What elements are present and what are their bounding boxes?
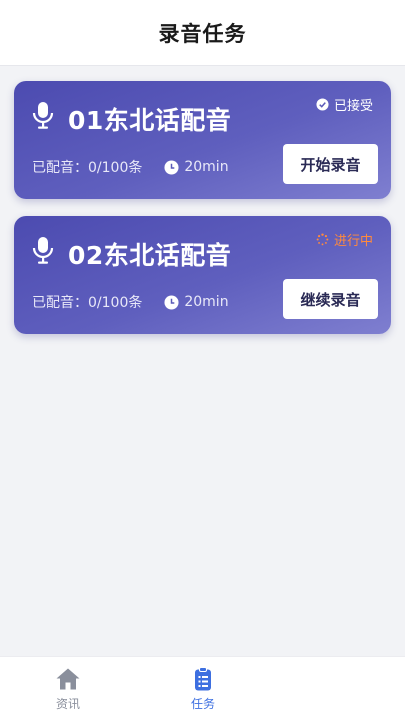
start-recording-button[interactable]: 开始录音 (283, 144, 378, 184)
microphone-icon (32, 237, 54, 264)
bottom-tab-bar: 资讯 任务 (0, 656, 405, 720)
task-card[interactable]: 01东北话配音 已接受 已配音：0/100条 20min 开始录音 (14, 81, 391, 199)
task-name: 01东北话配音 (68, 106, 232, 135)
duration-text: 20min (184, 294, 229, 310)
app-header: 录音任务 (0, 0, 405, 66)
home-icon (56, 668, 80, 690)
page-title: 录音任务 (158, 21, 247, 46)
status-badge: 已接受 (316, 95, 373, 114)
duration-text: 20min (184, 159, 229, 175)
tab-news[interactable]: 资讯 (28, 667, 108, 712)
continue-recording-button[interactable]: 继续录音 (283, 279, 378, 319)
progress-text: 已配音：0/100条 (32, 160, 143, 176)
loading-icon (316, 233, 329, 246)
tab-label: 任务 (190, 697, 215, 711)
status-text: 已接受 (333, 99, 373, 114)
clock-icon (164, 159, 179, 175)
status-text: 进行中 (333, 234, 373, 249)
status-badge: 进行中 (316, 230, 373, 249)
tab-label: 资讯 (55, 697, 80, 711)
microphone-icon (32, 102, 54, 129)
check-circle-icon (316, 98, 329, 111)
task-meta: 已配音：0/100条 20min (32, 157, 229, 177)
progress-text: 已配音：0/100条 (32, 295, 143, 311)
task-card[interactable]: 02东北话配音 进行中 已配音：0/100条 20min 继续录音 (14, 216, 391, 334)
clock-icon (164, 294, 179, 310)
duration: 20min (164, 294, 229, 310)
task-name: 02东北话配音 (68, 241, 232, 270)
clipboard-icon (195, 667, 211, 691)
duration: 20min (164, 159, 229, 175)
tab-tasks[interactable]: 任务 (163, 667, 243, 712)
task-meta: 已配音：0/100条 20min (32, 292, 229, 312)
